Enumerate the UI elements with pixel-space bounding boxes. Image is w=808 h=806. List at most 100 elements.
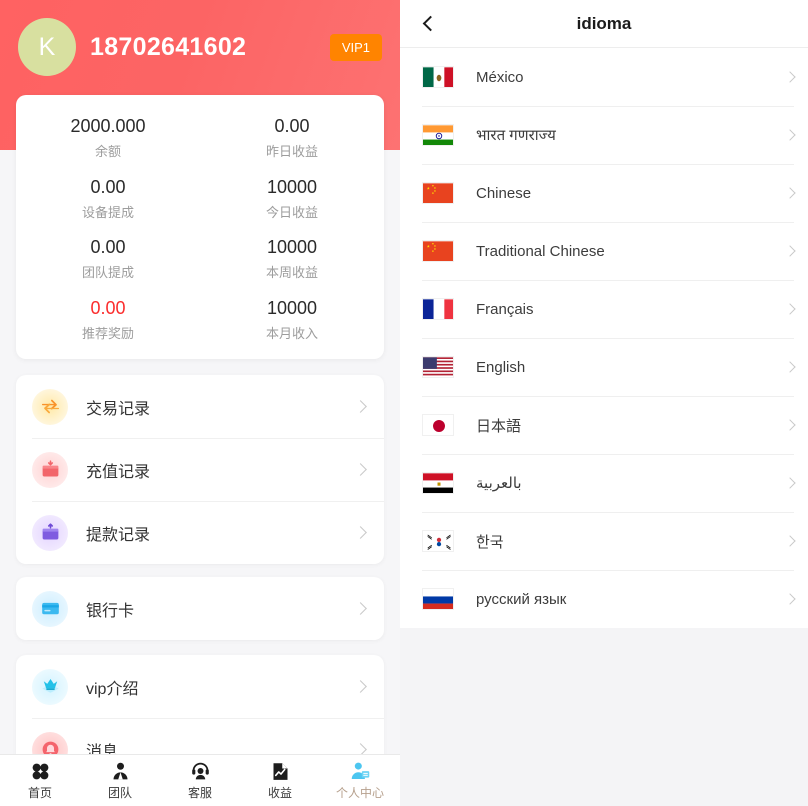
profile-identity-row: K 18702641602 VIP1	[0, 14, 400, 80]
chart-earnings-icon	[270, 760, 291, 782]
avatar[interactable]: K	[18, 18, 76, 76]
menu-item-label: 银行卡	[86, 602, 135, 620]
language-item-label: 한국	[476, 533, 504, 551]
stat-today-earnings: 10000 今日收益	[200, 168, 384, 229]
stat-label: 本周收益	[265, 265, 318, 281]
menu-item-vip-intro[interactable]: vip介绍	[16, 655, 384, 718]
menu-item-label: 充值记录	[86, 463, 151, 481]
page-title: idioma	[576, 13, 632, 33]
stat-label: 团队提成	[81, 265, 134, 281]
eg-flag-icon	[422, 472, 454, 494]
cn-flag-icon	[422, 240, 454, 262]
profile-phone-number: 18702641602	[90, 32, 247, 61]
headset-support-icon	[190, 760, 211, 782]
us-flag-icon	[422, 356, 454, 378]
in-flag-icon	[422, 124, 454, 146]
jp-flag-icon	[422, 414, 454, 436]
vip-level-badge[interactable]: VIP1	[329, 33, 382, 61]
nav-item-label: 首页	[27, 786, 52, 800]
chevron-right-icon	[784, 593, 796, 605]
language-item-japanese[interactable]: 日本語	[400, 396, 808, 454]
nav-item-label: 团队	[107, 786, 132, 800]
account-stats-card: 2000.000 余额 0.00 昨日收益 0.00 设备提成 10000 今日…	[16, 95, 384, 359]
stat-team-commission: 0.00 团队提成	[16, 228, 200, 289]
bankcard-menu-group: 银行卡	[16, 577, 384, 640]
language-item-label: Traditional Chinese	[476, 242, 605, 260]
chevron-right-icon	[354, 602, 367, 615]
language-item-french[interactable]: Français	[400, 280, 808, 338]
menu-item-label: 提款记录	[86, 526, 151, 544]
stat-value: 2000.000	[70, 116, 146, 137]
records-menu-group: 交易记录 充值记录 提款记录	[16, 375, 384, 564]
exchange-arrows-icon	[32, 388, 68, 425]
chevron-right-icon	[354, 526, 367, 539]
language-item-label: México	[476, 68, 524, 86]
menu-item-recharge-records[interactable]: 充值记录	[16, 438, 384, 501]
chevron-right-icon	[354, 400, 367, 413]
nav-item-profile[interactable]: 个人中心	[320, 755, 400, 806]
app-screen: K 18702641602 VIP1 2000.000 余额 0.00 昨日收益…	[0, 0, 808, 806]
menu-item-label: vip介绍	[86, 680, 139, 698]
language-item-arabic[interactable]: بالعربية	[400, 454, 808, 512]
chevron-right-icon	[784, 129, 796, 141]
nav-item-team[interactable]: 团队	[80, 755, 160, 806]
menu-item-label: 交易记录	[86, 400, 151, 418]
language-item-label: بالعربية	[476, 475, 522, 492]
mx-flag-icon	[422, 66, 454, 88]
language-item-chinese[interactable]: Chinese	[400, 164, 808, 222]
ru-flag-icon	[422, 588, 454, 610]
nav-item-support[interactable]: 客服	[160, 755, 240, 806]
language-item-label: English	[476, 358, 526, 376]
fr-flag-icon	[422, 298, 454, 320]
chevron-right-icon	[784, 361, 796, 373]
stat-value: 0.00	[274, 116, 310, 137]
language-item-russian[interactable]: русский язык	[400, 570, 808, 628]
nav-item-label: 个人中心	[335, 786, 384, 800]
language-item-traditional-chinese[interactable]: Traditional Chinese	[400, 222, 808, 280]
cn-flag-icon	[422, 182, 454, 204]
stat-month-income: 10000 本月收入	[200, 289, 384, 350]
language-item-korean[interactable]: 한국	[400, 512, 808, 570]
chevron-left-icon[interactable]	[414, 9, 444, 39]
menu-item-transaction-records[interactable]: 交易记录	[16, 375, 384, 438]
stat-value: 10000	[266, 176, 318, 197]
kr-flag-icon	[422, 530, 454, 552]
language-item-label: русский язык	[476, 590, 567, 608]
stat-value: 10000	[266, 237, 318, 258]
profile-panel: K 18702641602 VIP1 2000.000 余额 0.00 昨日收益…	[0, 0, 400, 806]
bottom-navigation-bar: 首页 团队 客服 收益 个人中心	[0, 754, 400, 806]
withdraw-card-icon	[32, 514, 68, 551]
language-item-english[interactable]: English	[400, 338, 808, 396]
stat-label: 推荐奖励	[81, 325, 134, 341]
language-item-label: Français	[476, 300, 534, 318]
team-person-icon	[110, 760, 131, 782]
bank-card-icon	[32, 590, 68, 627]
nav-item-home[interactable]: 首页	[0, 755, 80, 806]
user-profile-icon	[350, 760, 371, 782]
language-page-header: idioma	[400, 0, 808, 48]
nav-item-label: 客服	[187, 786, 212, 800]
chevron-right-icon	[784, 477, 796, 489]
stat-referral-bonus: 0.00 推荐奖励	[16, 289, 200, 350]
chevron-right-icon	[354, 463, 367, 476]
chevron-right-icon	[784, 71, 796, 83]
grid-home-icon	[30, 760, 51, 782]
language-item-mexico[interactable]: México	[400, 48, 808, 106]
language-list: México भारत गणराज्य Chinese Traditional …	[400, 48, 808, 628]
stat-label: 昨日收益	[265, 144, 318, 160]
nav-item-earnings[interactable]: 收益	[240, 755, 320, 806]
stat-balance: 2000.000 余额	[16, 107, 200, 168]
chevron-right-icon	[354, 680, 367, 693]
chevron-right-icon	[784, 245, 796, 257]
language-item-hindi[interactable]: भारत गणराज्य	[400, 106, 808, 164]
menu-item-withdraw-records[interactable]: 提款记录	[16, 501, 384, 564]
language-item-label: Chinese	[476, 184, 532, 202]
menu-item-bank-card[interactable]: 银行卡	[16, 577, 384, 640]
vip-crown-icon	[32, 668, 68, 705]
stat-week-earnings: 10000 本周收益	[200, 228, 384, 289]
stat-label: 设备提成	[81, 204, 134, 220]
stat-value: 0.00	[90, 297, 126, 318]
chevron-right-icon	[784, 303, 796, 315]
language-item-label: 日本語	[476, 417, 522, 435]
recharge-card-icon	[32, 451, 68, 488]
